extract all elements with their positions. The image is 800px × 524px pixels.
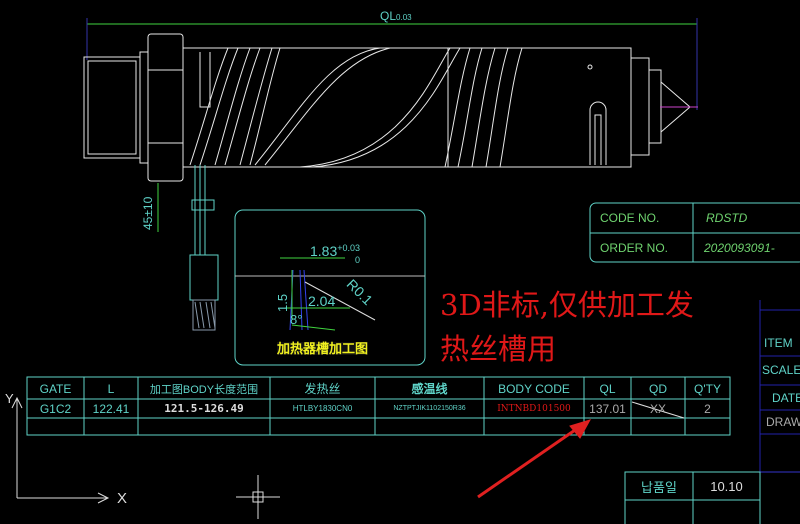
delivery-date-value: 10.10 [710,479,743,494]
cell-heater-wire: HTLBY1830CN0 [292,404,353,413]
cell-qd: XX [649,401,666,416]
detail-dim-width: 1.83+0.03 [310,243,361,259]
header-heater-wire: 发热丝 [304,382,341,396]
cell-body-code: INTNBD101500 [497,403,571,414]
detail-dim-bottom: 2.04 [308,293,336,309]
crosshair-cursor [236,475,280,519]
overall-dimension-line [86,18,698,110]
header-l: L [107,381,115,396]
wire-dimension-label: 45±10 [141,196,155,230]
title-scale-label: SCALE [762,363,800,377]
title-item-label: ITEM [764,336,793,350]
cell-l: 122.41 [92,401,130,416]
code-no-label: CODE NO. [600,211,660,225]
detail-dim-tol-lower: 0 [355,255,361,265]
detail-dim-angle: 8° [290,312,303,327]
header-ql: QL [599,381,616,396]
delivery-date-label: 납품일 [641,480,677,495]
title-block [759,300,800,524]
header-thermo-wire: 感温线 [411,382,448,396]
ucs-y-label: Y [5,391,14,406]
header-body-range: 加工图BODY长度范围 [149,383,259,396]
title-date-label: DATE [772,391,800,405]
header-gate: GATE [39,381,72,396]
cell-body-range: 121.5-126.49 [164,402,244,415]
cell-gate: G1C2 [39,401,72,416]
cell-qty: 2 [704,401,711,416]
order-no-value: 2020093091- [704,241,775,255]
cell-ql: 137.01 [589,401,626,416]
ucs-x-label: X [117,490,128,507]
heater-drawing [83,33,691,182]
annotation-line-2: 热丝槽用 [440,332,557,366]
order-no-label: ORDER NO. [600,241,669,255]
annotation-line-1: 3D非标,仅供加工发 [440,288,694,322]
title-draw-label: DRAW [766,415,800,429]
cell-thermo-wire: NZTPTJIK1102150R36 [393,405,466,412]
header-body-code: BODY CODE [498,381,570,396]
cad-canvas[interactable] [0,0,800,524]
lead-wire [189,165,219,331]
detail-title: 加热器槽加工图 [277,341,369,356]
header-qd: QD [649,381,667,396]
overall-dimension-label: QL0.03 [380,9,412,23]
detail-dim-depth: 1.5 [275,293,290,312]
header-qty: Q'TY [694,381,721,396]
code-no-value: RDSTD [706,211,748,225]
red-arrow-annotation [477,419,592,499]
